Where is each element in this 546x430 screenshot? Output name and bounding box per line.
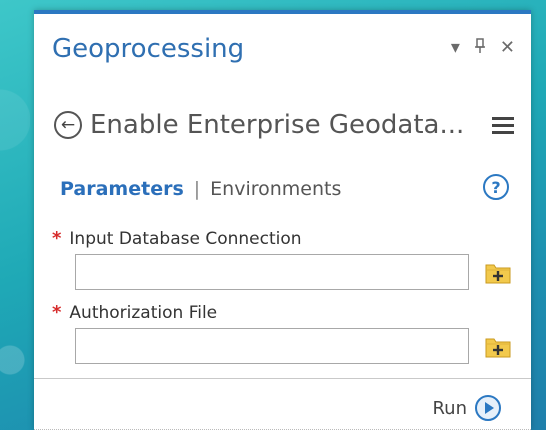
authorization-file-label: * Authorization File bbox=[52, 302, 217, 323]
input-database-connection-field[interactable] bbox=[75, 254, 469, 290]
authorization-file-field[interactable] bbox=[75, 328, 469, 364]
tab-environments[interactable]: Environments bbox=[210, 178, 341, 200]
browse-folder-icon[interactable] bbox=[484, 334, 512, 360]
required-asterisk-icon: * bbox=[52, 302, 62, 323]
tool-title-row: ← Enable Enterprise Geodata... bbox=[54, 110, 514, 140]
dropdown-icon[interactable]: ▾ bbox=[451, 39, 460, 57]
back-arrow-icon[interactable]: ← bbox=[54, 111, 82, 139]
desktop-background bbox=[0, 0, 30, 430]
close-icon[interactable]: ✕ bbox=[500, 39, 515, 57]
tool-tabs: Parameters | Environments bbox=[60, 178, 341, 200]
geoprocessing-pane: Geoprocessing ▾ ✕ ← Enable Enterprise Ge… bbox=[34, 10, 531, 430]
play-icon bbox=[475, 395, 501, 421]
pane-controls: ▾ ✕ bbox=[451, 38, 515, 58]
footer-divider bbox=[34, 378, 531, 379]
tool-title: Enable Enterprise Geodata... bbox=[90, 110, 465, 140]
input-database-connection-label: * Input Database Connection bbox=[52, 228, 302, 249]
field-label-text: Input Database Connection bbox=[69, 228, 302, 249]
browse-folder-icon[interactable] bbox=[484, 260, 512, 286]
run-label: Run bbox=[432, 397, 467, 419]
tab-separator: | bbox=[193, 178, 201, 200]
run-button[interactable]: Run bbox=[432, 395, 501, 421]
field-label-text: Authorization File bbox=[69, 302, 218, 323]
hamburger-menu-icon[interactable] bbox=[492, 116, 514, 134]
tab-parameters[interactable]: Parameters bbox=[60, 178, 184, 200]
help-icon[interactable]: ? bbox=[483, 174, 509, 200]
required-asterisk-icon: * bbox=[52, 228, 62, 249]
pane-title: Geoprocessing bbox=[52, 34, 245, 64]
pin-icon[interactable] bbox=[474, 38, 486, 58]
